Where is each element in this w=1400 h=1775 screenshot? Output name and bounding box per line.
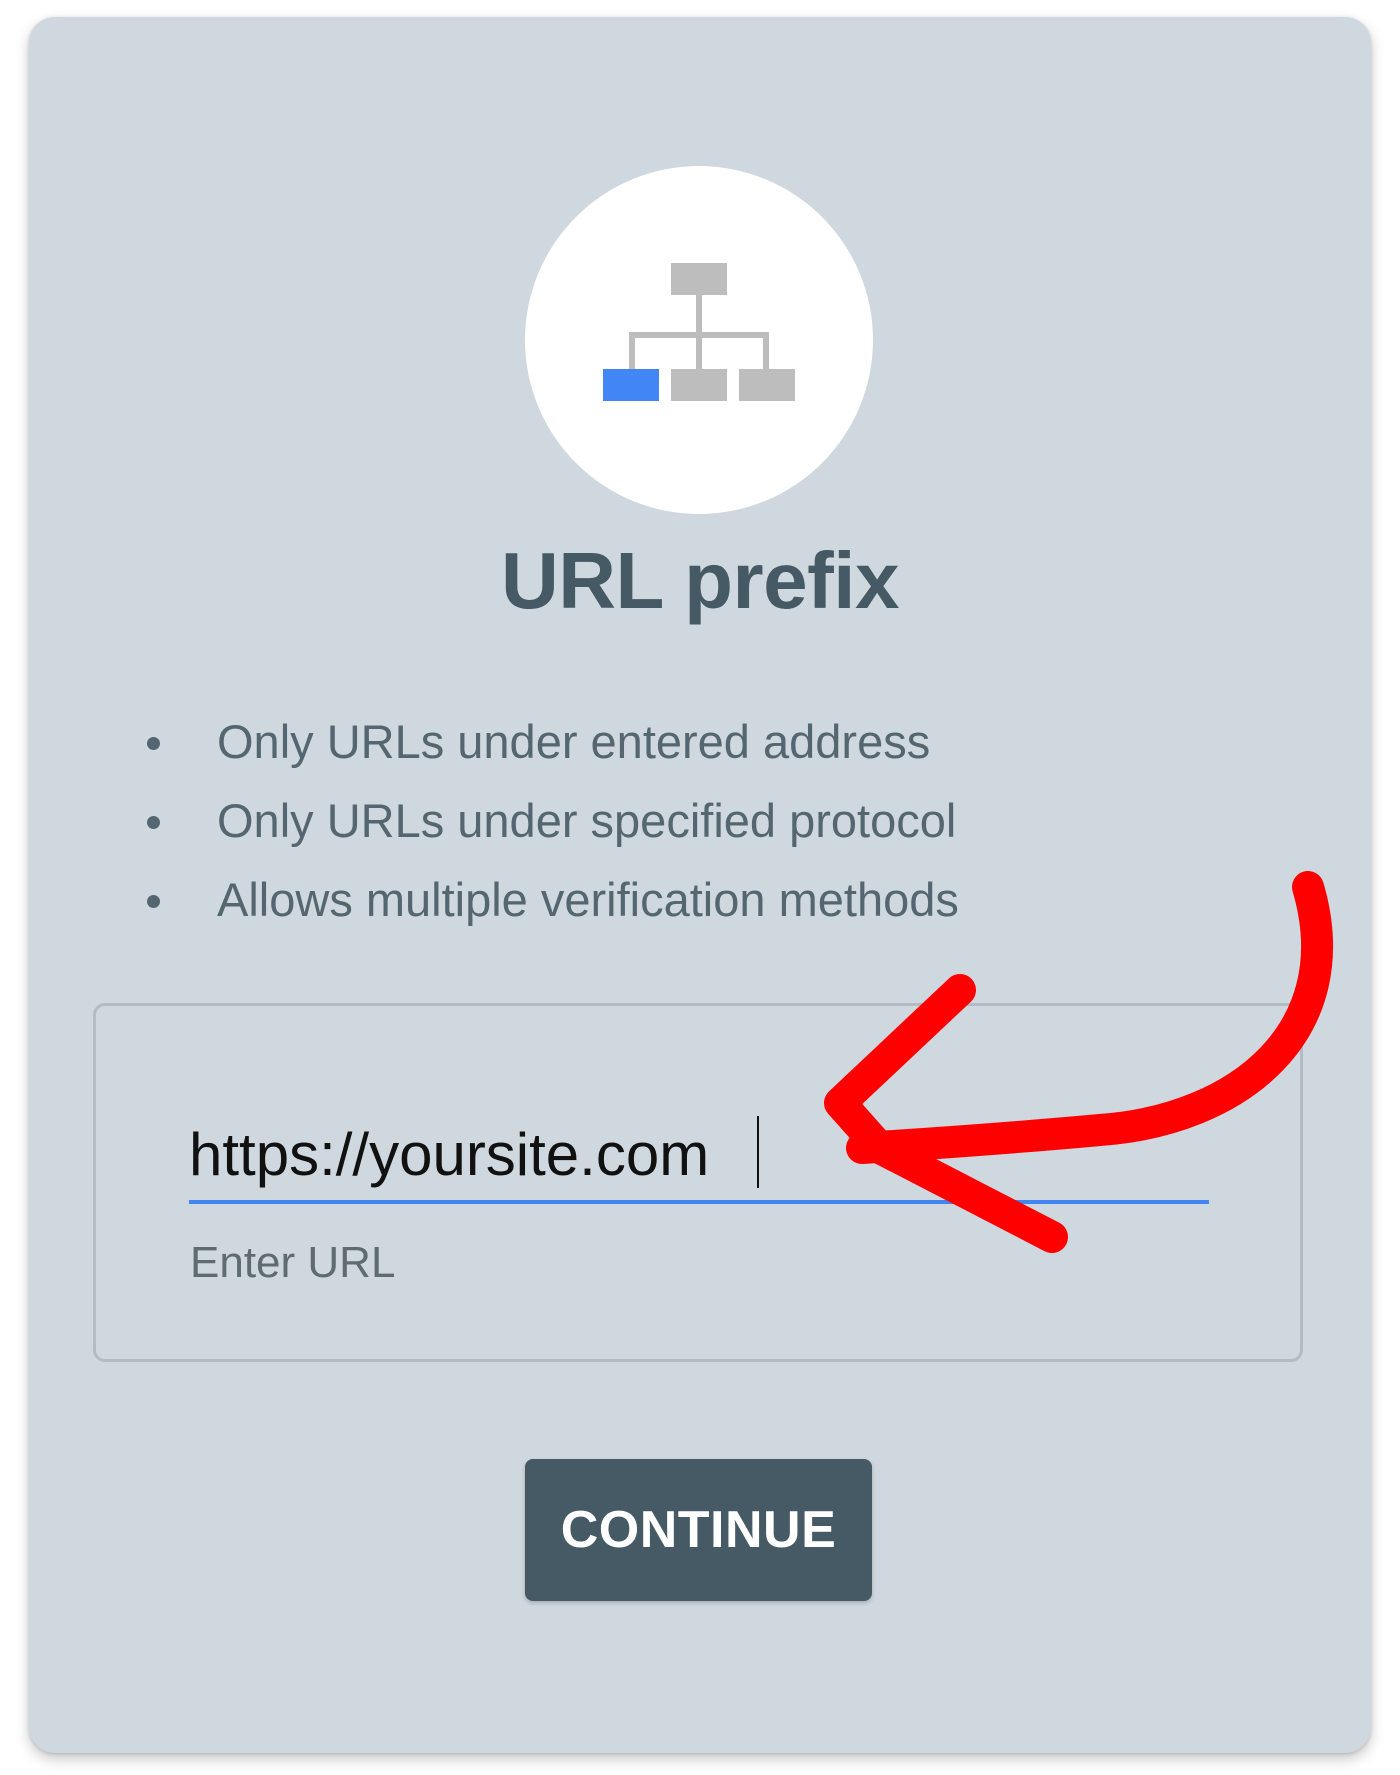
feature-list-item: Allows multiple verification methods	[140, 866, 959, 945]
feature-text: Only URLs under specified protocol	[217, 794, 957, 847]
bullet-dot-icon	[147, 895, 160, 908]
sitemap-icon	[603, 263, 795, 401]
card-title: URL prefix	[500, 536, 900, 625]
url-helper-text: Enter URL	[190, 1238, 396, 1287]
feature-text: Allows multiple verification methods	[217, 873, 959, 926]
feature-list-item: Only URLs under specified protocol	[140, 787, 959, 866]
url-input[interactable]	[189, 1108, 1209, 1204]
feature-text: Only URLs under entered address	[217, 715, 931, 768]
text-caret	[757, 1116, 759, 1188]
bullet-dot-icon	[147, 737, 160, 750]
feature-list: Only URLs under entered address Only URL…	[140, 708, 959, 945]
sitemap-icon-circle	[525, 166, 873, 514]
feature-list-item: Only URLs under entered address	[140, 708, 959, 787]
bullet-dot-icon	[147, 816, 160, 829]
continue-button[interactable]: CONTINUE	[525, 1459, 872, 1601]
